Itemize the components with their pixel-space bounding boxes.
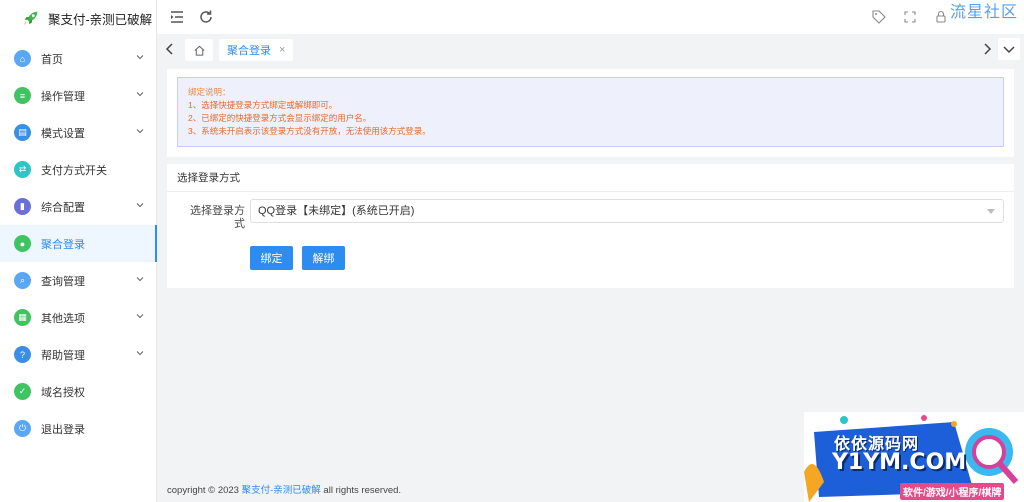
home-icon: ⌂ bbox=[14, 50, 31, 67]
notice-line: 1、选择快捷登录方式绑定或解绑即可。 bbox=[188, 100, 338, 110]
collapse-menu-icon[interactable] bbox=[169, 9, 185, 25]
fullscreen-icon[interactable] bbox=[902, 9, 918, 25]
home-icon bbox=[194, 45, 204, 56]
sidebar-item[interactable]: ● 聚合登录 bbox=[0, 225, 157, 262]
sidebar-item[interactable]: ≡ 操作管理 bbox=[0, 77, 156, 114]
sidebar-item-label: 查询管理 bbox=[41, 275, 85, 288]
power-icon: ⏻ bbox=[14, 420, 31, 437]
chevron-down-icon bbox=[136, 129, 144, 134]
tab-home[interactable] bbox=[185, 39, 213, 61]
chevron-down-icon bbox=[136, 203, 144, 208]
promo-badge: 依依源码网 Y1YM.COM 软件/游戏/小程序/棋牌 bbox=[804, 412, 1024, 502]
sidebar-menu: ⌂ 首页 ≡ 操作管理 ▤ 模式设置 ⇄ 支付方式开关 ▮ 综合配置 ● 聚合登录 ⌕ 查询管理 ▦ 其他选项… bbox=[0, 40, 157, 447]
shield-icon: ✓ bbox=[14, 383, 31, 400]
select-value: QQ登录【未绑定】(系统已开启) bbox=[258, 205, 415, 217]
sidebar-item-label: 帮助管理 bbox=[41, 349, 85, 362]
sidebar-item-label: 首页 bbox=[41, 53, 63, 66]
sidebar-item-label: 域名授权 bbox=[41, 386, 85, 399]
notice-card: 绑定说明： 1、选择快捷登录方式绑定或解绑即可。 2、已绑定的快捷登录方式会显示… bbox=[167, 69, 1014, 157]
footer-prefix: copyright © 2023 bbox=[167, 485, 242, 496]
tag-icon[interactable] bbox=[871, 9, 887, 25]
close-icon[interactable]: × bbox=[279, 44, 285, 56]
help-icon: ? bbox=[14, 346, 31, 363]
sidebar-item[interactable]: ▦ 其他选项 bbox=[0, 299, 156, 336]
notice-line: 2、已绑定的快捷登录方式会显示绑定的用户名。 bbox=[188, 113, 372, 123]
toggle-icon: ⇄ bbox=[14, 161, 31, 178]
section-title: 选择登录方式 bbox=[167, 164, 1014, 192]
sidebar-item-label: 操作管理 bbox=[41, 90, 85, 103]
badge-tagline: 软件/游戏/小程序/棋牌 bbox=[900, 483, 1005, 500]
notice-title: 绑定说明： bbox=[188, 87, 231, 97]
tab-aggregate-login[interactable]: 聚合登录 × bbox=[219, 39, 294, 61]
chevron-down-icon bbox=[136, 92, 144, 97]
sidebar-item-label: 支付方式开关 bbox=[41, 164, 107, 177]
sliders-icon: ≡ bbox=[14, 87, 31, 104]
sidebar-item[interactable]: ⌂ 首页 bbox=[0, 40, 156, 77]
sidebar-item[interactable]: ⏻ 退出登录 bbox=[0, 410, 156, 447]
chevron-left-icon[interactable] bbox=[163, 42, 177, 56]
bind-button[interactable]: 绑定 bbox=[250, 246, 293, 270]
sidebar-item[interactable]: ✓ 域名授权 bbox=[0, 373, 156, 410]
footer: copyright © 2023 聚支付-亲测已破解 all rights re… bbox=[167, 482, 401, 496]
footer-brand-link[interactable]: 聚支付-亲测已破解 bbox=[242, 485, 321, 496]
search-icon: ⌕ bbox=[14, 272, 31, 289]
rocket-logo-icon bbox=[23, 11, 38, 26]
lock-icon[interactable] bbox=[933, 9, 949, 25]
sidebar-item-label: 其他选项 bbox=[41, 312, 85, 325]
chevron-down-icon bbox=[136, 55, 144, 60]
sidebar-item[interactable]: ⇄ 支付方式开关 bbox=[0, 151, 156, 188]
chevron-right-icon[interactable] bbox=[980, 42, 994, 56]
top-header: 流星社区 bbox=[157, 0, 1024, 34]
login-method-form: 选择登录方式 选择登录方式 QQ登录【未绑定】(系统已开启) 绑定 解绑 bbox=[167, 164, 1014, 288]
brand[interactable]: 聚支付-亲测已破解 bbox=[0, 0, 156, 36]
chevron-down-icon bbox=[136, 277, 144, 282]
field-label: 选择登录方式 bbox=[190, 205, 245, 230]
tab-label: 聚合登录 bbox=[227, 45, 271, 57]
tabs-bar: 聚合登录 × bbox=[157, 34, 1024, 64]
refresh-icon[interactable] bbox=[198, 9, 214, 25]
login-method-select[interactable]: QQ登录【未绑定】(系统已开启) bbox=[250, 199, 1004, 223]
unbind-button[interactable]: 解绑 bbox=[302, 246, 345, 270]
sidebar-item-label: 模式设置 bbox=[41, 127, 85, 140]
badge-domain: Y1YM.COM bbox=[832, 450, 967, 475]
chevron-down-icon bbox=[1003, 46, 1015, 54]
sidebar-item[interactable]: ▮ 综合配置 bbox=[0, 188, 156, 225]
layout-icon: ▤ bbox=[14, 124, 31, 141]
sidebar-item[interactable]: ⌕ 查询管理 bbox=[0, 262, 156, 299]
footer-suffix: all rights reserved. bbox=[320, 485, 402, 496]
sidebar-item-label: 综合配置 bbox=[41, 201, 85, 214]
sidebar-item-label: 退出登录 bbox=[41, 423, 85, 436]
login-icon: ● bbox=[14, 235, 31, 252]
binding-notice: 绑定说明： 1、选择快捷登录方式绑定或解绑即可。 2、已绑定的快捷登录方式会显示… bbox=[177, 77, 1004, 147]
caret-down-icon bbox=[987, 209, 995, 214]
sidebar-item[interactable]: ? 帮助管理 bbox=[0, 336, 156, 373]
sidebar-item-label: 聚合登录 bbox=[41, 238, 85, 251]
chevron-down-icon bbox=[136, 351, 144, 356]
chevron-down-icon bbox=[136, 314, 144, 319]
notice-line: 3、系统未开启表示该登录方式没有开放，无法使用该方式登录。 bbox=[188, 126, 431, 136]
app-title: 聚支付-亲测已破解 bbox=[48, 12, 153, 27]
tab-options-button[interactable] bbox=[998, 38, 1020, 60]
sidebar: 聚支付-亲测已破解 ⌂ 首页 ≡ 操作管理 ▤ 模式设置 ⇄ 支付方式开关 ▮ 综合配置 ● 聚合登录… bbox=[0, 0, 157, 502]
watermark-text: 流星社区 bbox=[949, 4, 1018, 21]
sidebar-item[interactable]: ▤ 模式设置 bbox=[0, 114, 156, 151]
grid-icon: ▦ bbox=[14, 309, 31, 326]
book-icon: ▮ bbox=[14, 198, 31, 215]
